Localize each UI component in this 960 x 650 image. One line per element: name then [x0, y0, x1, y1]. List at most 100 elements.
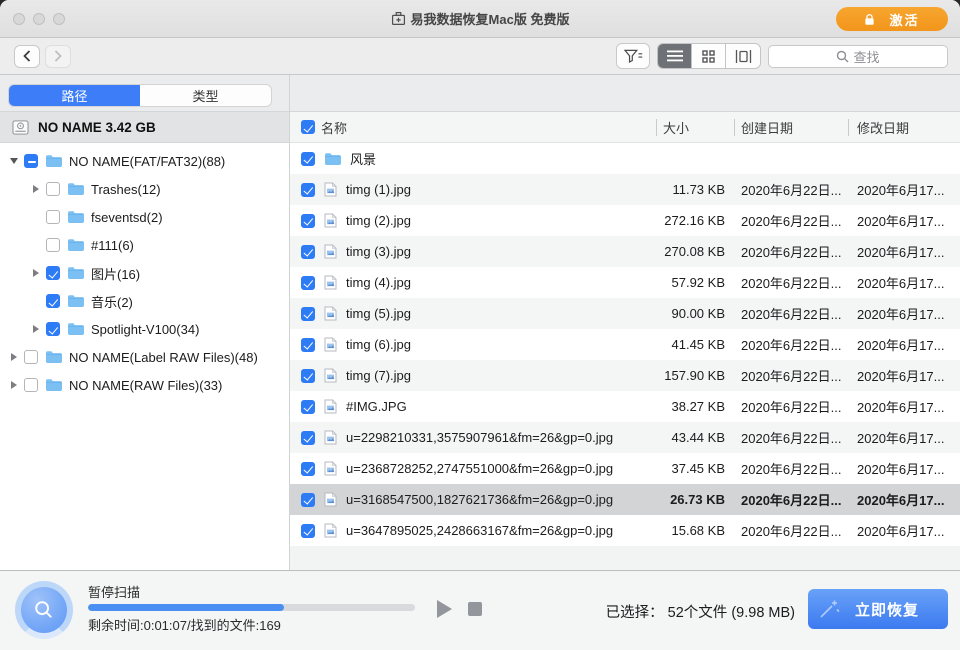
checkbox[interactable]: [24, 350, 38, 364]
column-view-button[interactable]: [726, 44, 760, 68]
column-view-icon: [735, 50, 752, 63]
image-file-icon: [324, 492, 337, 507]
column-header-name[interactable]: 名称: [290, 112, 656, 142]
checkbox[interactable]: [24, 378, 38, 392]
stop-scan-button[interactable]: [468, 602, 482, 616]
file-size: 90.00 KB: [656, 306, 734, 321]
disclosure-icon[interactable]: [8, 379, 20, 391]
sidebar-tree-item[interactable]: #111(6): [0, 231, 289, 259]
sidebar-tree-item[interactable]: fseventsd(2): [0, 203, 289, 231]
checkbox[interactable]: [301, 524, 315, 538]
table-row[interactable]: timg (1).jpg11.73 KB2020年6月22日...2020年6月…: [290, 174, 960, 205]
checkbox[interactable]: [301, 214, 315, 228]
disclosure-icon[interactable]: [8, 155, 20, 167]
checkbox[interactable]: [301, 183, 315, 197]
column-header-size[interactable]: 大小: [656, 112, 734, 142]
back-button[interactable]: [14, 45, 40, 68]
disclosure-icon: [30, 211, 42, 223]
table-row[interactable]: timg (7).jpg157.90 KB2020年6月22日...2020年6…: [290, 360, 960, 391]
checkbox[interactable]: [301, 493, 315, 507]
column-header-modified[interactable]: 修改日期: [848, 112, 960, 142]
sidebar-tree-item[interactable]: 图片(16): [0, 259, 289, 287]
table-row[interactable]: timg (6).jpg41.45 KB2020年6月22日...2020年6月…: [290, 329, 960, 360]
scan-status-label: 暂停扫描: [88, 582, 140, 601]
checkbox[interactable]: [24, 154, 38, 168]
tab-type[interactable]: 类型: [140, 85, 271, 106]
checkbox[interactable]: [301, 338, 315, 352]
file-modified-date: 2020年6月17...: [848, 273, 960, 292]
titlebar: 易我数据恢复Mac版 免费版 激活: [0, 0, 960, 38]
device-header[interactable]: NO NAME 3.42 GB: [0, 112, 289, 143]
close-button[interactable]: [13, 13, 25, 25]
checkbox[interactable]: [301, 152, 315, 166]
checkbox[interactable]: [301, 400, 315, 414]
table-row[interactable]: timg (3).jpg270.08 KB2020年6月22日...2020年6…: [290, 236, 960, 267]
disclosure-icon[interactable]: [30, 183, 42, 195]
filter-button[interactable]: [616, 43, 650, 69]
file-created-date: 2020年6月22日...: [734, 428, 848, 447]
checkbox[interactable]: [46, 266, 60, 280]
tab-path[interactable]: 路径: [9, 85, 140, 106]
checkbox[interactable]: [46, 322, 60, 336]
checkbox[interactable]: [46, 238, 60, 252]
sidebar-tree-item[interactable]: NO NAME(RAW Files)(33): [0, 371, 289, 399]
sidebar-tab-band: 路径 类型: [0, 75, 289, 112]
folder-icon: [45, 154, 62, 168]
file-size: 270.08 KB: [656, 244, 734, 259]
checkbox[interactable]: [301, 462, 315, 476]
file-created-date: 2020年6月22日...: [734, 180, 848, 199]
file-created-date: 2020年6月22日...: [734, 490, 848, 509]
scan-progress-fill: [88, 604, 284, 611]
sidebar-tree-item[interactable]: Trashes(12): [0, 175, 289, 203]
image-file-icon: [324, 368, 337, 383]
zoom-button[interactable]: [53, 13, 65, 25]
table-row[interactable]: 风景: [290, 143, 960, 174]
activate-button[interactable]: 激活: [836, 7, 948, 31]
select-all-checkbox[interactable]: [301, 120, 315, 134]
disclosure-icon[interactable]: [30, 323, 42, 335]
checkbox[interactable]: [46, 294, 60, 308]
file-size: 37.45 KB: [656, 461, 734, 476]
disclosure-icon[interactable]: [8, 351, 20, 363]
view-mode-segmented-control: [657, 43, 761, 69]
search-input[interactable]: 查找: [768, 45, 948, 68]
checkbox[interactable]: [301, 369, 315, 383]
table-row[interactable]: u=3647895025,2428663167&fm=26&gp=0.jpg15…: [290, 515, 960, 546]
checkbox[interactable]: [46, 182, 60, 196]
image-file-icon: [324, 337, 337, 352]
grid-view-button[interactable]: [692, 44, 726, 68]
table-row[interactable]: u=2368728252,2747551000&fm=26&gp=0.jpg37…: [290, 453, 960, 484]
table-row[interactable]: u=2298210331,3575907961&fm=26&gp=0.jpg43…: [290, 422, 960, 453]
file-name: u=2298210331,3575907961&fm=26&gp=0.jpg: [346, 430, 613, 445]
table-row[interactable]: timg (2).jpg272.16 KB2020年6月22日...2020年6…: [290, 205, 960, 236]
folder-icon: [67, 294, 84, 308]
file-size: 157.90 KB: [656, 368, 734, 383]
tree-item-label: 图片(16): [91, 264, 140, 283]
table-row[interactable]: u=3168547500,1827621736&fm=26&gp=0.jpg26…: [290, 484, 960, 515]
disclosure-icon[interactable]: [30, 267, 42, 279]
checkbox[interactable]: [301, 431, 315, 445]
checkbox[interactable]: [301, 245, 315, 259]
file-modified-date: 2020年6月17...: [848, 180, 960, 199]
resume-scan-button[interactable]: [437, 600, 452, 618]
minimize-button[interactable]: [33, 13, 45, 25]
recover-now-button[interactable]: 立即恢复: [808, 589, 948, 629]
table-row[interactable]: timg (5).jpg90.00 KB2020年6月22日...2020年6月…: [290, 298, 960, 329]
checkbox[interactable]: [301, 276, 315, 290]
file-size: 272.16 KB: [656, 213, 734, 228]
sidebar-tree-item[interactable]: NO NAME(Label RAW Files)(48): [0, 343, 289, 371]
sidebar-tree-item[interactable]: NO NAME(FAT/FAT32)(88): [0, 147, 289, 175]
file-modified-date: 2020年6月17...: [848, 490, 960, 509]
table-row[interactable]: timg (4).jpg57.92 KB2020年6月22日...2020年6月…: [290, 267, 960, 298]
list-view-button[interactable]: [658, 44, 692, 68]
sidebar-tree-item[interactable]: Spotlight-V100(34): [0, 315, 289, 343]
file-modified-date: 2020年6月17...: [848, 366, 960, 385]
sidebar-tree-item[interactable]: 音乐(2): [0, 287, 289, 315]
checkbox[interactable]: [46, 210, 60, 224]
checkbox[interactable]: [301, 307, 315, 321]
filter-icon: [623, 48, 644, 64]
table-row[interactable]: #IMG.JPG38.27 KB2020年6月22日...2020年6月17..…: [290, 391, 960, 422]
file-size: 41.45 KB: [656, 337, 734, 352]
forward-button[interactable]: [45, 45, 71, 68]
column-header-created[interactable]: 创建日期: [734, 112, 848, 142]
